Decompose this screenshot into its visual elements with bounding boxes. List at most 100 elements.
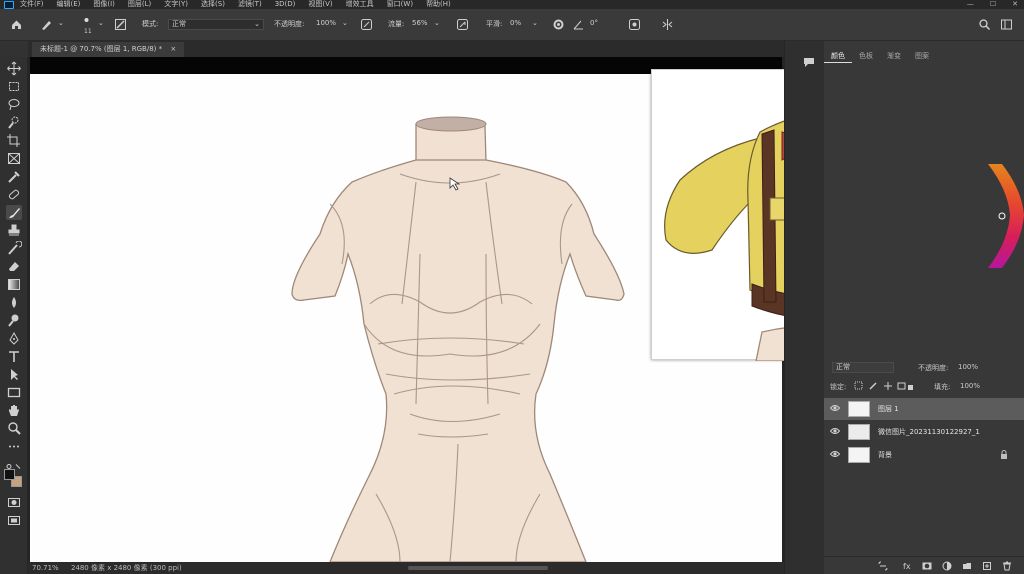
lock-options-icons[interactable] — [854, 381, 914, 391]
brush-size-dropdown-icon[interactable]: ⌄ — [98, 19, 104, 27]
blur-tool-icon[interactable] — [6, 295, 22, 310]
symmetry-icon[interactable] — [661, 18, 674, 31]
foreground-color-swatch[interactable] — [4, 469, 15, 480]
document-tab-title: 未标题-1 @ 70.7% (图层 1, RGB/8) * — [40, 45, 163, 53]
healing-tool-icon[interactable] — [6, 187, 22, 202]
opacity-dropdown-icon[interactable]: ⌄ — [342, 19, 348, 27]
tab-gradients[interactable]: 渐变 — [880, 49, 908, 63]
move-tool-icon[interactable] — [6, 61, 22, 76]
delete-layer-icon[interactable] — [1002, 561, 1012, 571]
gear-icon[interactable] — [552, 18, 565, 31]
blend-mode-select[interactable]: 正常 — [832, 362, 894, 373]
color-wheel[interactable] — [988, 160, 1024, 270]
menu-3d[interactable]: 3D(D) — [275, 0, 296, 9]
flow-value[interactable]: 56% — [412, 19, 428, 27]
chevron-down-icon: ⌄ — [254, 20, 260, 28]
minimize-button[interactable]: — — [967, 0, 974, 9]
menu-edit[interactable]: 编辑(E) — [57, 0, 81, 9]
tab-color[interactable]: 颜色 — [824, 49, 852, 63]
visibility-eye-icon[interactable] — [830, 450, 840, 458]
layer-row[interactable]: 微信图片_20231130122927_1 — [824, 421, 1024, 443]
menu-view[interactable]: 视图(V) — [308, 0, 332, 9]
frame-tool-icon[interactable] — [6, 151, 22, 166]
menu-image[interactable]: 图像(I) — [93, 0, 115, 9]
menu-help[interactable]: 帮助(H) — [426, 0, 451, 9]
add-mask-icon[interactable] — [922, 561, 932, 571]
home-icon[interactable] — [10, 18, 23, 31]
link-layers-icon[interactable] — [878, 561, 888, 571]
tab-swatches[interactable]: 色板 — [852, 49, 880, 63]
menu-plugins[interactable]: 增效工具 — [346, 0, 374, 9]
menu-window[interactable]: 窗口(W) — [387, 0, 413, 9]
horizontal-scrollbar[interactable] — [408, 566, 548, 570]
mode-select[interactable]: 正常 ⌄ — [168, 19, 264, 30]
zoom-level[interactable]: 70.71% — [32, 564, 59, 572]
hand-tool-icon[interactable] — [6, 403, 22, 418]
artboard-tool-icon[interactable] — [6, 79, 22, 94]
close-window-button[interactable]: ✕ — [1012, 0, 1018, 9]
eraser-tool-icon[interactable] — [6, 259, 22, 274]
mode-value: 正常 — [172, 20, 186, 28]
brush-tip-icon[interactable] — [80, 15, 93, 28]
pressure-size-icon[interactable] — [628, 18, 641, 31]
rectangle-tool-icon[interactable] — [6, 385, 22, 400]
brush-settings-icon[interactable] — [114, 18, 127, 31]
gradient-tool-icon[interactable] — [6, 277, 22, 292]
layer-opacity-value[interactable]: 100% — [958, 363, 978, 371]
more-tools-icon[interactable] — [6, 439, 22, 454]
visibility-eye-icon[interactable] — [830, 427, 840, 435]
opacity-value[interactable]: 100% — [316, 19, 336, 27]
stamp-tool-icon[interactable] — [6, 223, 22, 238]
zoom-tool-icon[interactable] — [6, 421, 22, 436]
new-group-icon[interactable] — [962, 561, 972, 571]
maximize-button[interactable]: ☐ — [990, 0, 996, 9]
menu-file[interactable]: 文件(F) — [20, 0, 44, 9]
search-icon[interactable] — [978, 18, 991, 31]
menu-filter[interactable]: 滤镜(T) — [238, 0, 262, 9]
dodge-tool-icon[interactable] — [6, 313, 22, 328]
history-brush-tool-icon[interactable] — [6, 240, 23, 256]
tools-panel — [0, 57, 28, 574]
comments-icon[interactable] — [803, 56, 815, 68]
layer-row[interactable]: 背景 — [824, 444, 1024, 466]
brush-tool-icon[interactable] — [6, 205, 22, 220]
fill-value[interactable]: 100% — [960, 382, 980, 390]
menu-layer[interactable]: 图层(L) — [128, 0, 151, 9]
crop-tool-icon[interactable] — [6, 133, 22, 148]
layer-thumbnail — [848, 401, 870, 417]
tab-patterns[interactable]: 图案 — [908, 49, 936, 63]
color-wheel-picker[interactable] — [998, 212, 1006, 220]
pressure-opacity-icon[interactable] — [360, 18, 373, 31]
menu-type[interactable]: 文字(Y) — [164, 0, 188, 9]
brush-preset-icon[interactable] — [40, 18, 53, 31]
adjustment-layer-icon[interactable] — [942, 561, 952, 571]
airbrush-icon[interactable] — [456, 18, 469, 31]
swap-colors-icon[interactable] — [6, 459, 22, 469]
layer-style-icon[interactable]: fx — [902, 561, 912, 571]
close-tab-icon[interactable]: × — [170, 45, 176, 53]
menu-select[interactable]: 选择(S) — [201, 0, 225, 9]
document-tab[interactable]: 未标题-1 @ 70.7% (图层 1, RGB/8) * × — [32, 42, 185, 57]
path-select-tool-icon[interactable] — [6, 367, 22, 382]
visibility-eye-icon[interactable] — [830, 404, 840, 412]
new-layer-icon[interactable] — [982, 561, 992, 571]
quick-mask-icon[interactable] — [6, 495, 22, 510]
panel-dock-strip — [784, 41, 824, 574]
flow-dropdown-icon[interactable]: ⌄ — [434, 19, 440, 27]
eyedropper-tool-icon[interactable] — [6, 169, 22, 184]
angle-value[interactable]: 0° — [590, 19, 598, 27]
smoothing-value[interactable]: 0% — [510, 19, 521, 27]
document-info[interactable]: 2480 像素 x 2480 像素 (300 ppi) — [71, 564, 182, 572]
workspace-icon[interactable] — [1000, 18, 1013, 31]
quick-select-tool-icon[interactable] — [6, 115, 22, 130]
document-tab-bar: 未标题-1 @ 70.7% (图层 1, RGB/8) * × — [28, 41, 784, 57]
lock-label: 锁定: — [830, 383, 847, 391]
pen-tool-icon[interactable] — [6, 331, 22, 346]
type-tool-icon[interactable] — [6, 349, 22, 364]
screen-mode-icon[interactable] — [6, 513, 22, 528]
mode-label: 模式: — [142, 20, 159, 28]
smoothing-dropdown-icon[interactable]: ⌄ — [532, 19, 538, 27]
lasso-tool-icon[interactable] — [6, 97, 22, 112]
preset-dropdown-icon[interactable]: ⌄ — [58, 19, 64, 27]
layer-row[interactable]: 图层 1 — [824, 398, 1024, 420]
